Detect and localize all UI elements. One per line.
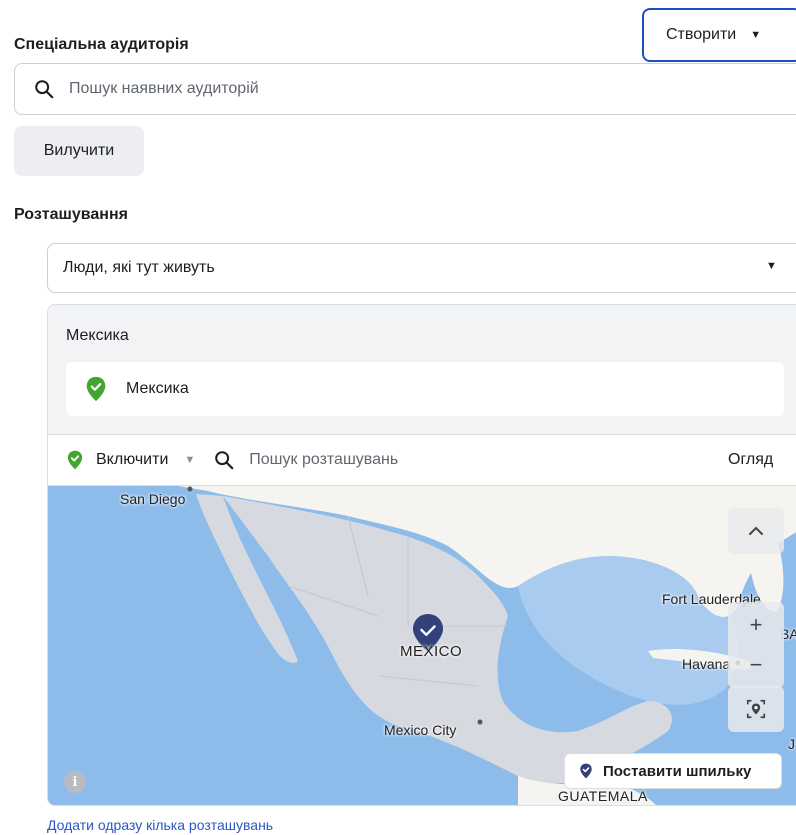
map-label-guatemala: GUATEMALA [558, 788, 648, 804]
map-label-mexico: MEXICO [400, 643, 463, 660]
custom-audience-title: Спеціальна аудиторія [14, 36, 189, 53]
create-button[interactable]: Створити ▼ [642, 8, 796, 62]
location-type-value: Люди, які тут живуть [63, 259, 215, 276]
map-label-mexico-city: Mexico City [384, 722, 457, 738]
overview-link[interactable]: Огляд [728, 451, 773, 469]
selected-location-label: Мексика [126, 380, 189, 397]
zoom-in-icon[interactable]: + [750, 605, 763, 645]
drop-pin-label: Поставити шпильку [603, 762, 752, 780]
exclude-button[interactable]: Вилучити [14, 126, 144, 176]
map-label-havana: Havana [682, 656, 731, 672]
location-panel: Мексика Мексика Включити ▼ Огляд [47, 304, 796, 806]
location-search-input[interactable] [249, 451, 550, 469]
locate-pin-icon [746, 699, 766, 719]
selected-location-item[interactable]: Мексика [66, 362, 784, 416]
drop-pin-button[interactable]: Поставити шпильку [564, 753, 782, 789]
check-pin-icon [580, 763, 592, 779]
chevron-up-icon [749, 526, 763, 535]
info-icon[interactable]: i [64, 771, 86, 793]
caret-down-icon: ▼ [750, 29, 762, 41]
include-dropdown-label[interactable]: Включити [96, 451, 168, 469]
check-pin-icon [86, 376, 106, 402]
location-search-bar: Включити ▼ Огляд [48, 434, 796, 486]
map-collapse-button[interactable] [728, 508, 784, 554]
location-title: Розташування [14, 206, 128, 223]
location-group-title: Мексика [66, 327, 129, 344]
map-locate-button[interactable] [728, 686, 784, 732]
create-button-label: Створити [666, 26, 737, 43]
map-label-san-diego: San Diego [120, 491, 186, 507]
location-map[interactable]: San Diego MEXICO Mexico City Fort Lauder… [48, 486, 796, 805]
location-type-select[interactable]: Люди, які тут живуть ▼ [47, 243, 796, 293]
caret-down-icon[interactable]: ▼ [184, 454, 195, 466]
map-zoom-controls: + − [728, 602, 784, 688]
caret-down-icon: ▼ [766, 260, 777, 272]
audience-search-input[interactable] [69, 80, 569, 98]
search-icon [215, 451, 234, 470]
search-icon [35, 80, 54, 99]
audience-search-field[interactable] [14, 63, 796, 115]
zoom-out-icon[interactable]: − [750, 645, 763, 685]
map-label-j: J [788, 736, 795, 752]
add-bulk-locations-link[interactable]: Додати одразу кілька розташувань [47, 817, 273, 833]
check-pin-icon [67, 450, 83, 470]
